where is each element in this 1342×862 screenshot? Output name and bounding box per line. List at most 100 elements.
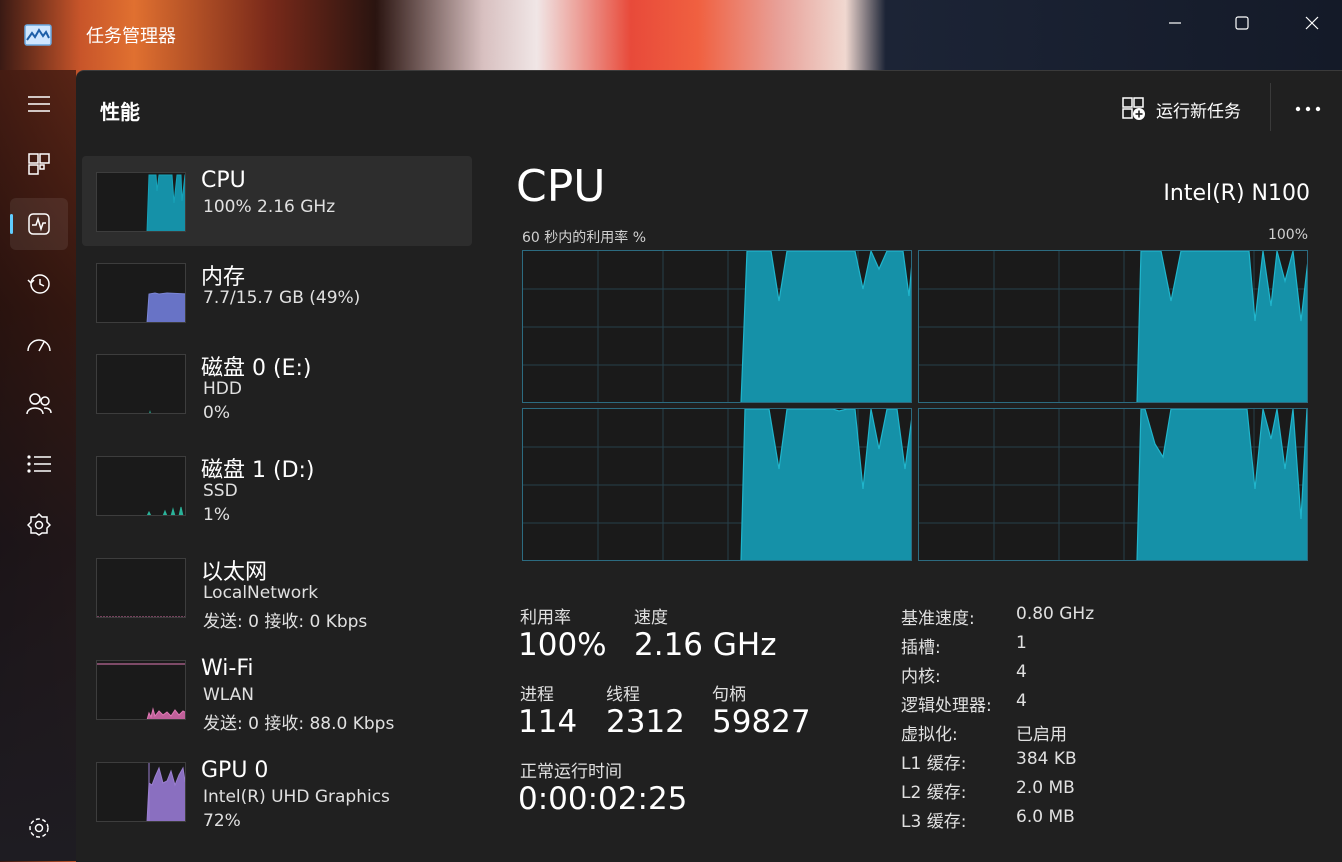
processes-icon <box>28 153 50 175</box>
device-disk-1[interactable]: 磁盘 1 (D:) SSD 1% <box>82 440 472 530</box>
cpu-detail: CPU Intel(R) N100 60 秒内的利用率 % 100% 利用率 1… <box>496 143 1342 862</box>
spec-value: 4 <box>1016 691 1027 711</box>
spec-value: 1 <box>1016 633 1027 653</box>
maximize-button[interactable] <box>1219 8 1265 38</box>
core-graph-0 <box>522 250 912 403</box>
memory-sparkline <box>96 263 186 323</box>
utilization-label: 利用率 <box>520 608 571 628</box>
users-icon <box>26 393 52 415</box>
nav-performance[interactable] <box>10 198 68 250</box>
maximize-icon <box>1235 16 1249 30</box>
wifi-sparkline <box>96 660 186 720</box>
device-name: 内存 <box>201 265 246 290</box>
spec-label: 插槽: <box>901 638 941 658</box>
more-options-button[interactable] <box>1290 93 1326 125</box>
cpu-sparkline <box>96 172 186 232</box>
nav-services[interactable] <box>10 498 68 550</box>
close-icon <box>1305 16 1319 30</box>
device-throughput: 发送: 0 接收: 88.0 Kbps <box>203 714 395 734</box>
graph-caption: 60 秒内的利用率 % <box>522 230 647 246</box>
device-memory[interactable]: 内存 7.7/15.7 GB (49%) <box>82 247 472 337</box>
nav-users[interactable] <box>10 378 68 430</box>
device-name: Wi-Fi <box>201 656 254 681</box>
spec-value: 4 <box>1016 662 1027 682</box>
nav-settings[interactable] <box>10 802 68 854</box>
core-graph-3 <box>918 408 1308 561</box>
device-type: SSD <box>203 481 238 501</box>
startup-icon <box>27 339 51 352</box>
device-name: 磁盘 0 (E:) <box>201 356 312 381</box>
graph-max-label: 100% <box>1267 227 1308 243</box>
device-usage: 0% <box>203 403 230 423</box>
spec-value: 0.80 GHz <box>1016 604 1095 624</box>
more-icon <box>1295 106 1321 112</box>
spec-value: 384 KB <box>1016 749 1077 769</box>
device-name: CPU <box>201 168 246 193</box>
handles-value: 59827 <box>712 704 811 740</box>
page-title: 性能 <box>100 100 140 124</box>
speed-label: 速度 <box>634 608 668 628</box>
minimize-icon <box>1169 22 1181 24</box>
task-manager-icon <box>24 24 52 46</box>
processes-label: 进程 <box>520 685 554 705</box>
nav-menu-button[interactable] <box>10 78 68 130</box>
nav-rail <box>0 70 76 861</box>
minimize-button[interactable] <box>1152 8 1198 38</box>
main-panel: 性能 运行新任务 CPU 100% 2.16 GHz 内存 7.7/15.7 G… <box>76 70 1342 862</box>
core-graph-1 <box>918 250 1308 403</box>
device-adapter: WLAN <box>203 685 255 705</box>
window-title: 任务管理器 <box>86 26 176 47</box>
uptime-value: 0:00:02:25 <box>518 781 688 817</box>
disk0-sparkline <box>96 354 186 414</box>
device-throughput: 发送: 0 接收: 0 Kbps <box>203 612 368 632</box>
nav-processes[interactable] <box>10 138 68 190</box>
cpu-model: Intel(R) N100 <box>1163 181 1310 206</box>
details-icon <box>27 455 51 473</box>
device-disk-0[interactable]: 磁盘 0 (E:) HDD 0% <box>82 338 472 428</box>
run-task-icon <box>1122 97 1145 120</box>
device-list: CPU 100% 2.16 GHz 内存 7.7/15.7 GB (49%) 磁… <box>76 143 480 862</box>
header-divider <box>1270 83 1271 131</box>
nav-app-history[interactable] <box>10 258 68 310</box>
spec-label: 虚拟化: <box>901 725 958 745</box>
spec-label: L1 缓存: <box>901 754 967 774</box>
device-ethernet[interactable]: 以太网 LocalNetwork 发送: 0 接收: 0 Kbps <box>82 542 472 632</box>
spec-label: L3 缓存: <box>901 812 967 832</box>
run-new-task-label: 运行新任务 <box>1156 101 1241 122</box>
close-button[interactable] <box>1289 8 1335 38</box>
hamburger-icon <box>28 96 50 112</box>
ethernet-sparkline <box>96 558 186 618</box>
spec-value: 6.0 MB <box>1016 807 1075 827</box>
core-graph-2 <box>522 408 912 561</box>
device-name: 磁盘 1 (D:) <box>201 458 315 483</box>
device-wifi[interactable]: Wi-Fi WLAN 发送: 0 接收: 88.0 Kbps <box>82 644 472 734</box>
spec-value: 2.0 MB <box>1016 778 1075 798</box>
spec-label: L2 缓存: <box>901 783 967 803</box>
device-gpu-0[interactable]: GPU 0 Intel(R) UHD Graphics 72% <box>82 746 472 836</box>
device-usage: 1% <box>203 505 230 525</box>
device-cpu[interactable]: CPU 100% 2.16 GHz <box>82 156 472 246</box>
nav-startup[interactable] <box>10 318 68 370</box>
speed-value: 2.16 GHz <box>634 627 777 663</box>
device-name: GPU 0 <box>201 758 269 783</box>
detail-title: CPU <box>516 161 606 212</box>
page-header: 性能 运行新任务 <box>76 71 1342 143</box>
settings-icon <box>29 818 49 838</box>
device-type: HDD <box>203 379 242 399</box>
device-adapter: Intel(R) UHD Graphics <box>203 787 390 807</box>
device-usage: 72% <box>203 811 241 831</box>
spec-label: 内核: <box>901 667 941 687</box>
device-adapter: LocalNetwork <box>203 583 319 603</box>
processes-value: 114 <box>518 704 578 740</box>
handles-label: 句柄 <box>712 685 746 705</box>
threads-value: 2312 <box>606 704 685 740</box>
services-icon <box>27 512 51 536</box>
run-new-task-button[interactable]: 运行新任务 <box>1122 93 1241 125</box>
spec-label: 逻辑处理器: <box>901 696 992 716</box>
nav-details[interactable] <box>10 438 68 490</box>
utilization-value: 100% <box>518 627 607 663</box>
spec-label: 基准速度: <box>901 609 975 629</box>
device-detail: 7.7/15.7 GB (49%) <box>203 288 361 308</box>
uptime-label: 正常运行时间 <box>520 762 622 782</box>
app-history-icon <box>27 274 50 294</box>
